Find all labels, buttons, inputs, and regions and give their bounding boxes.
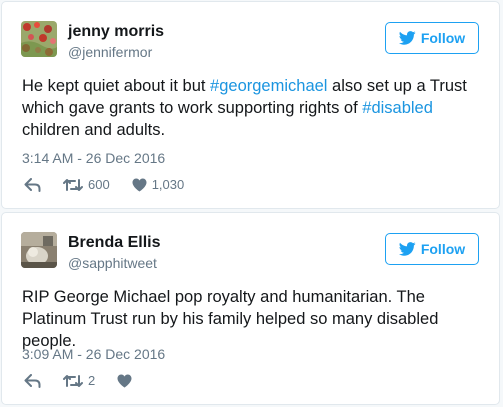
- display-name[interactable]: jenny morris: [68, 23, 164, 41]
- avatar[interactable]: [21, 21, 57, 57]
- user-handle[interactable]: @jennifermor: [68, 44, 152, 60]
- twitter-bird-icon: [398, 31, 416, 45]
- tweet-actions: 2: [24, 373, 159, 388]
- tweet-text: RIP George Michael pop royalty and human…: [22, 286, 479, 352]
- like-button[interactable]: [117, 374, 137, 388]
- retweet-count: 600: [88, 177, 110, 192]
- retweet-icon: [63, 178, 83, 192]
- follow-button[interactable]: Follow: [385, 22, 479, 54]
- display-name[interactable]: Brenda Ellis: [68, 234, 160, 252]
- tweet-text-segment: RIP George Michael pop royalty and human…: [22, 288, 439, 350]
- tweet-text: He kept quiet about it but #georgemichae…: [22, 75, 479, 141]
- tweet-text-segment: He kept quiet about it but: [22, 77, 211, 95]
- user-handle[interactable]: @sapphitweet: [68, 255, 157, 271]
- tweet-card: Brenda Ellis @sapphitweet Follow RIP Geo…: [1, 212, 500, 405]
- like-button[interactable]: 1,030: [132, 177, 185, 192]
- avatar[interactable]: [21, 232, 57, 268]
- follow-button[interactable]: Follow: [385, 233, 479, 265]
- follow-label: Follow: [420, 241, 466, 257]
- retweet-icon: [63, 374, 83, 388]
- reply-button[interactable]: [24, 177, 41, 192]
- hashtag-link[interactable]: #disabled: [362, 99, 433, 117]
- retweet-button[interactable]: 2: [63, 373, 95, 388]
- heart-icon: [132, 178, 147, 192]
- hashtag-link[interactable]: #georgemichael: [210, 77, 327, 95]
- tweet-text-segment: children and adults.: [22, 121, 166, 139]
- like-count: 1,030: [151, 177, 185, 192]
- retweet-count: 2: [88, 373, 96, 388]
- follow-label: Follow: [420, 30, 466, 46]
- twitter-bird-icon: [398, 242, 416, 256]
- reply-icon: [24, 177, 41, 192]
- reply-button[interactable]: [24, 373, 41, 388]
- heart-icon: [117, 374, 132, 388]
- reply-icon: [24, 373, 41, 388]
- retweet-button[interactable]: 600: [63, 177, 110, 192]
- timestamp[interactable]: 3:09 AM - 26 Dec 2016: [22, 346, 165, 362]
- timestamp[interactable]: 3:14 AM - 26 Dec 2016: [22, 150, 165, 166]
- tweet-card: jenny morris @jennifermor Follow He kept…: [1, 1, 500, 209]
- tweet-actions: 600 1,030: [24, 177, 206, 192]
